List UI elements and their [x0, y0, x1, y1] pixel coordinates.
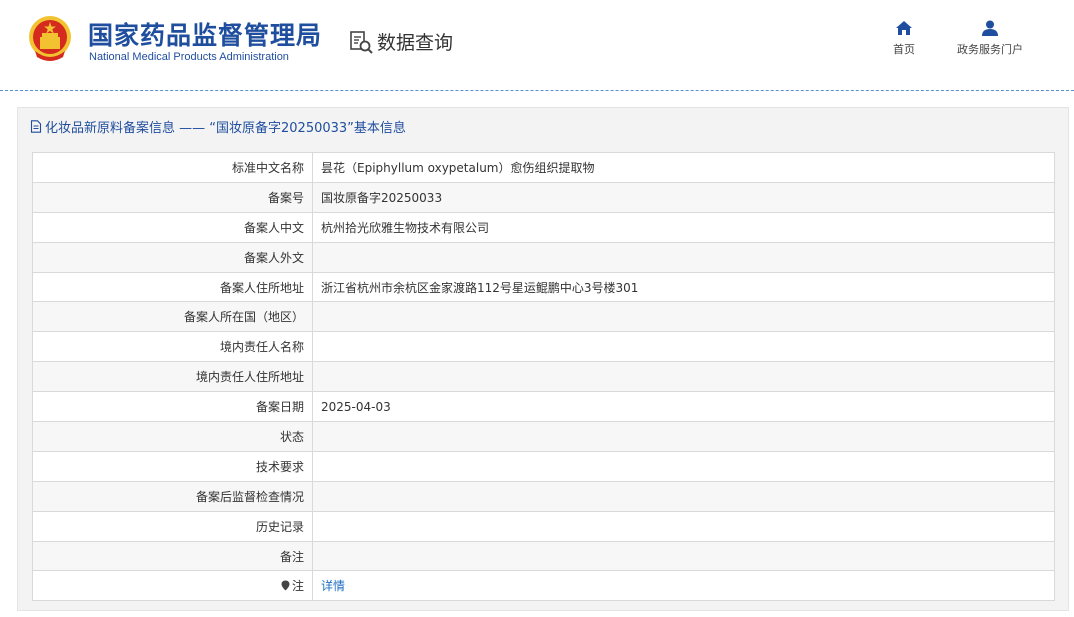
- row-label: 备案人外文: [32, 241, 313, 273]
- row-label: 备案人住所地址: [32, 271, 313, 303]
- national-emblem-icon: [29, 16, 71, 61]
- row-label: 备案号: [32, 181, 313, 213]
- table-row: 境内责任人名称: [32, 331, 1055, 363]
- detail-link[interactable]: 详情: [321, 579, 345, 593]
- panel-title-text: 化妆品新原料备案信息 —— “国妆原备字20250033”基本信息: [45, 121, 406, 136]
- table-row: 备案日期 2025-04-03: [32, 391, 1055, 423]
- row-label: 备案日期: [32, 391, 313, 423]
- row-value: [312, 331, 1055, 363]
- document-icon: [30, 120, 42, 133]
- row-value: [312, 510, 1055, 542]
- table-row: 标准中文名称 昙花（Epiphyllum oxypetalum）愈伤组织提取物: [32, 152, 1055, 183]
- table-row: 备案号 国妆原备字20250033: [32, 181, 1055, 213]
- record-panel: 化妆品新原料备案信息 —— “国妆原备字20250033”基本信息 标准中文名称…: [17, 107, 1069, 611]
- note-label-cell: 注: [32, 570, 313, 602]
- record-info-table: 标准中文名称 昙花（Epiphyllum oxypetalum）愈伤组织提取物 …: [32, 152, 1055, 602]
- agency-name-cn: 国家药品监督管理局: [88, 21, 323, 50]
- row-value: 昙花（Epiphyllum oxypetalum）愈伤组织提取物: [312, 152, 1055, 183]
- row-value: [312, 480, 1055, 512]
- row-value: 杭州拾光欣雅生物技术有限公司: [312, 211, 1055, 243]
- document-search-icon: [350, 30, 373, 54]
- data-query-label: 数据查询: [377, 32, 454, 54]
- row-label: 备案人中文: [32, 211, 313, 243]
- row-label: 技术要求: [32, 450, 313, 482]
- table-row: 境内责任人住所地址: [32, 361, 1055, 393]
- row-value: 国妆原备字20250033: [312, 181, 1055, 213]
- row-value: [312, 540, 1055, 572]
- table-row: 备案人所在国（地区）: [32, 301, 1055, 333]
- note-value-cell: 详情: [312, 570, 1055, 602]
- row-label: 境内责任人住所地址: [32, 361, 313, 393]
- row-label: 境内责任人名称: [32, 331, 313, 363]
- note-label: 注: [291, 579, 304, 594]
- table-row: 备案人中文 杭州拾光欣雅生物技术有限公司: [32, 211, 1055, 243]
- table-row-note: 注 详情: [32, 570, 1055, 602]
- row-label: 备注: [32, 540, 313, 572]
- row-value: [312, 301, 1055, 333]
- row-value: [312, 450, 1055, 482]
- row-label: 备案后监督检查情况: [32, 480, 313, 512]
- nav-service-portal[interactable]: 政务服务门户: [957, 20, 1023, 57]
- row-value: [312, 241, 1055, 273]
- row-value: 2025-04-03: [312, 391, 1055, 423]
- user-icon: [982, 20, 998, 36]
- table-row: 备案人住所地址 浙江省杭州市余杭区金家渡路112号星运鲲鹏中心3号楼301: [32, 271, 1055, 303]
- row-label: 历史记录: [32, 510, 313, 542]
- home-icon: [896, 21, 912, 35]
- header-divider: [0, 90, 1074, 91]
- table-row: 状态: [32, 421, 1055, 452]
- pin-icon: [281, 580, 290, 591]
- row-label: 状态: [32, 421, 313, 452]
- row-label: 备案人所在国（地区）: [32, 301, 313, 333]
- row-value: 浙江省杭州市余杭区金家渡路112号星运鲲鹏中心3号楼301: [312, 271, 1055, 303]
- table-row: 备案人外文: [32, 241, 1055, 273]
- table-row: 备注: [32, 540, 1055, 572]
- row-value: [312, 361, 1055, 393]
- table-row: 历史记录: [32, 510, 1055, 542]
- data-query-heading: 数据查询: [348, 28, 453, 55]
- agency-name-en: National Medical Products Administration: [89, 51, 289, 63]
- table-row: 技术要求: [32, 450, 1055, 482]
- panel-title: 化妆品新原料备案信息 —— “国妆原备字20250033”基本信息: [30, 117, 406, 136]
- row-label: 标准中文名称: [32, 152, 313, 183]
- table-row: 备案后监督检查情况: [32, 480, 1055, 512]
- nav-home-label: 首页: [893, 43, 915, 56]
- nav-service-portal-label: 政务服务门户: [957, 43, 1023, 56]
- row-value: [312, 421, 1055, 452]
- site-header: 国家药品监督管理局 National Medical Products Admi…: [0, 0, 1074, 90]
- nav-home[interactable]: 首页: [893, 20, 915, 57]
